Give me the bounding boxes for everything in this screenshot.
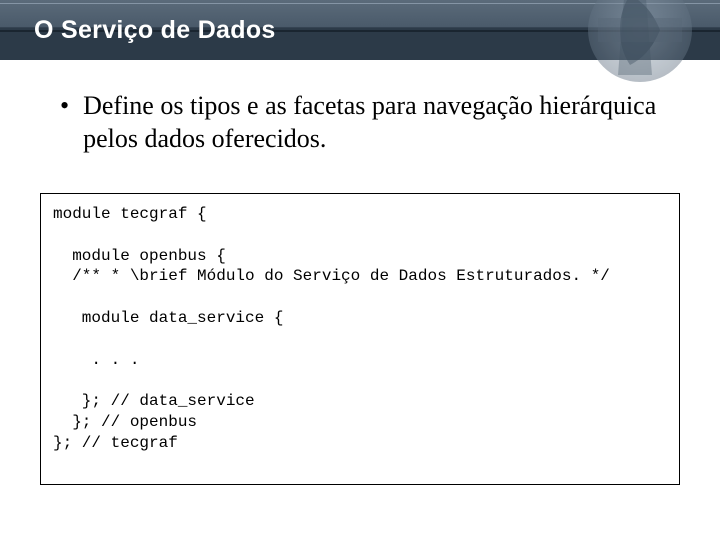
code-line: module data_service { <box>53 309 283 327</box>
code-line: }; // data_service <box>53 392 255 410</box>
bullet-marker: • <box>60 90 69 155</box>
code-line: }; // tecgraf <box>53 434 178 452</box>
code-line: }; // openbus <box>53 413 197 431</box>
code-block: module tecgraf { module openbus { /** * … <box>40 193 680 485</box>
slide-title: O Serviço de Dados <box>34 16 276 45</box>
slide-header: O Serviço de Dados <box>0 0 720 60</box>
code-line: module tecgraf { <box>53 205 207 223</box>
code-line: module openbus { <box>53 247 226 265</box>
code-line: . . . <box>53 351 139 369</box>
code-line: /** * \brief Módulo do Serviço de Dados … <box>53 267 610 285</box>
tecgraf-logo-icon <box>550 0 710 100</box>
